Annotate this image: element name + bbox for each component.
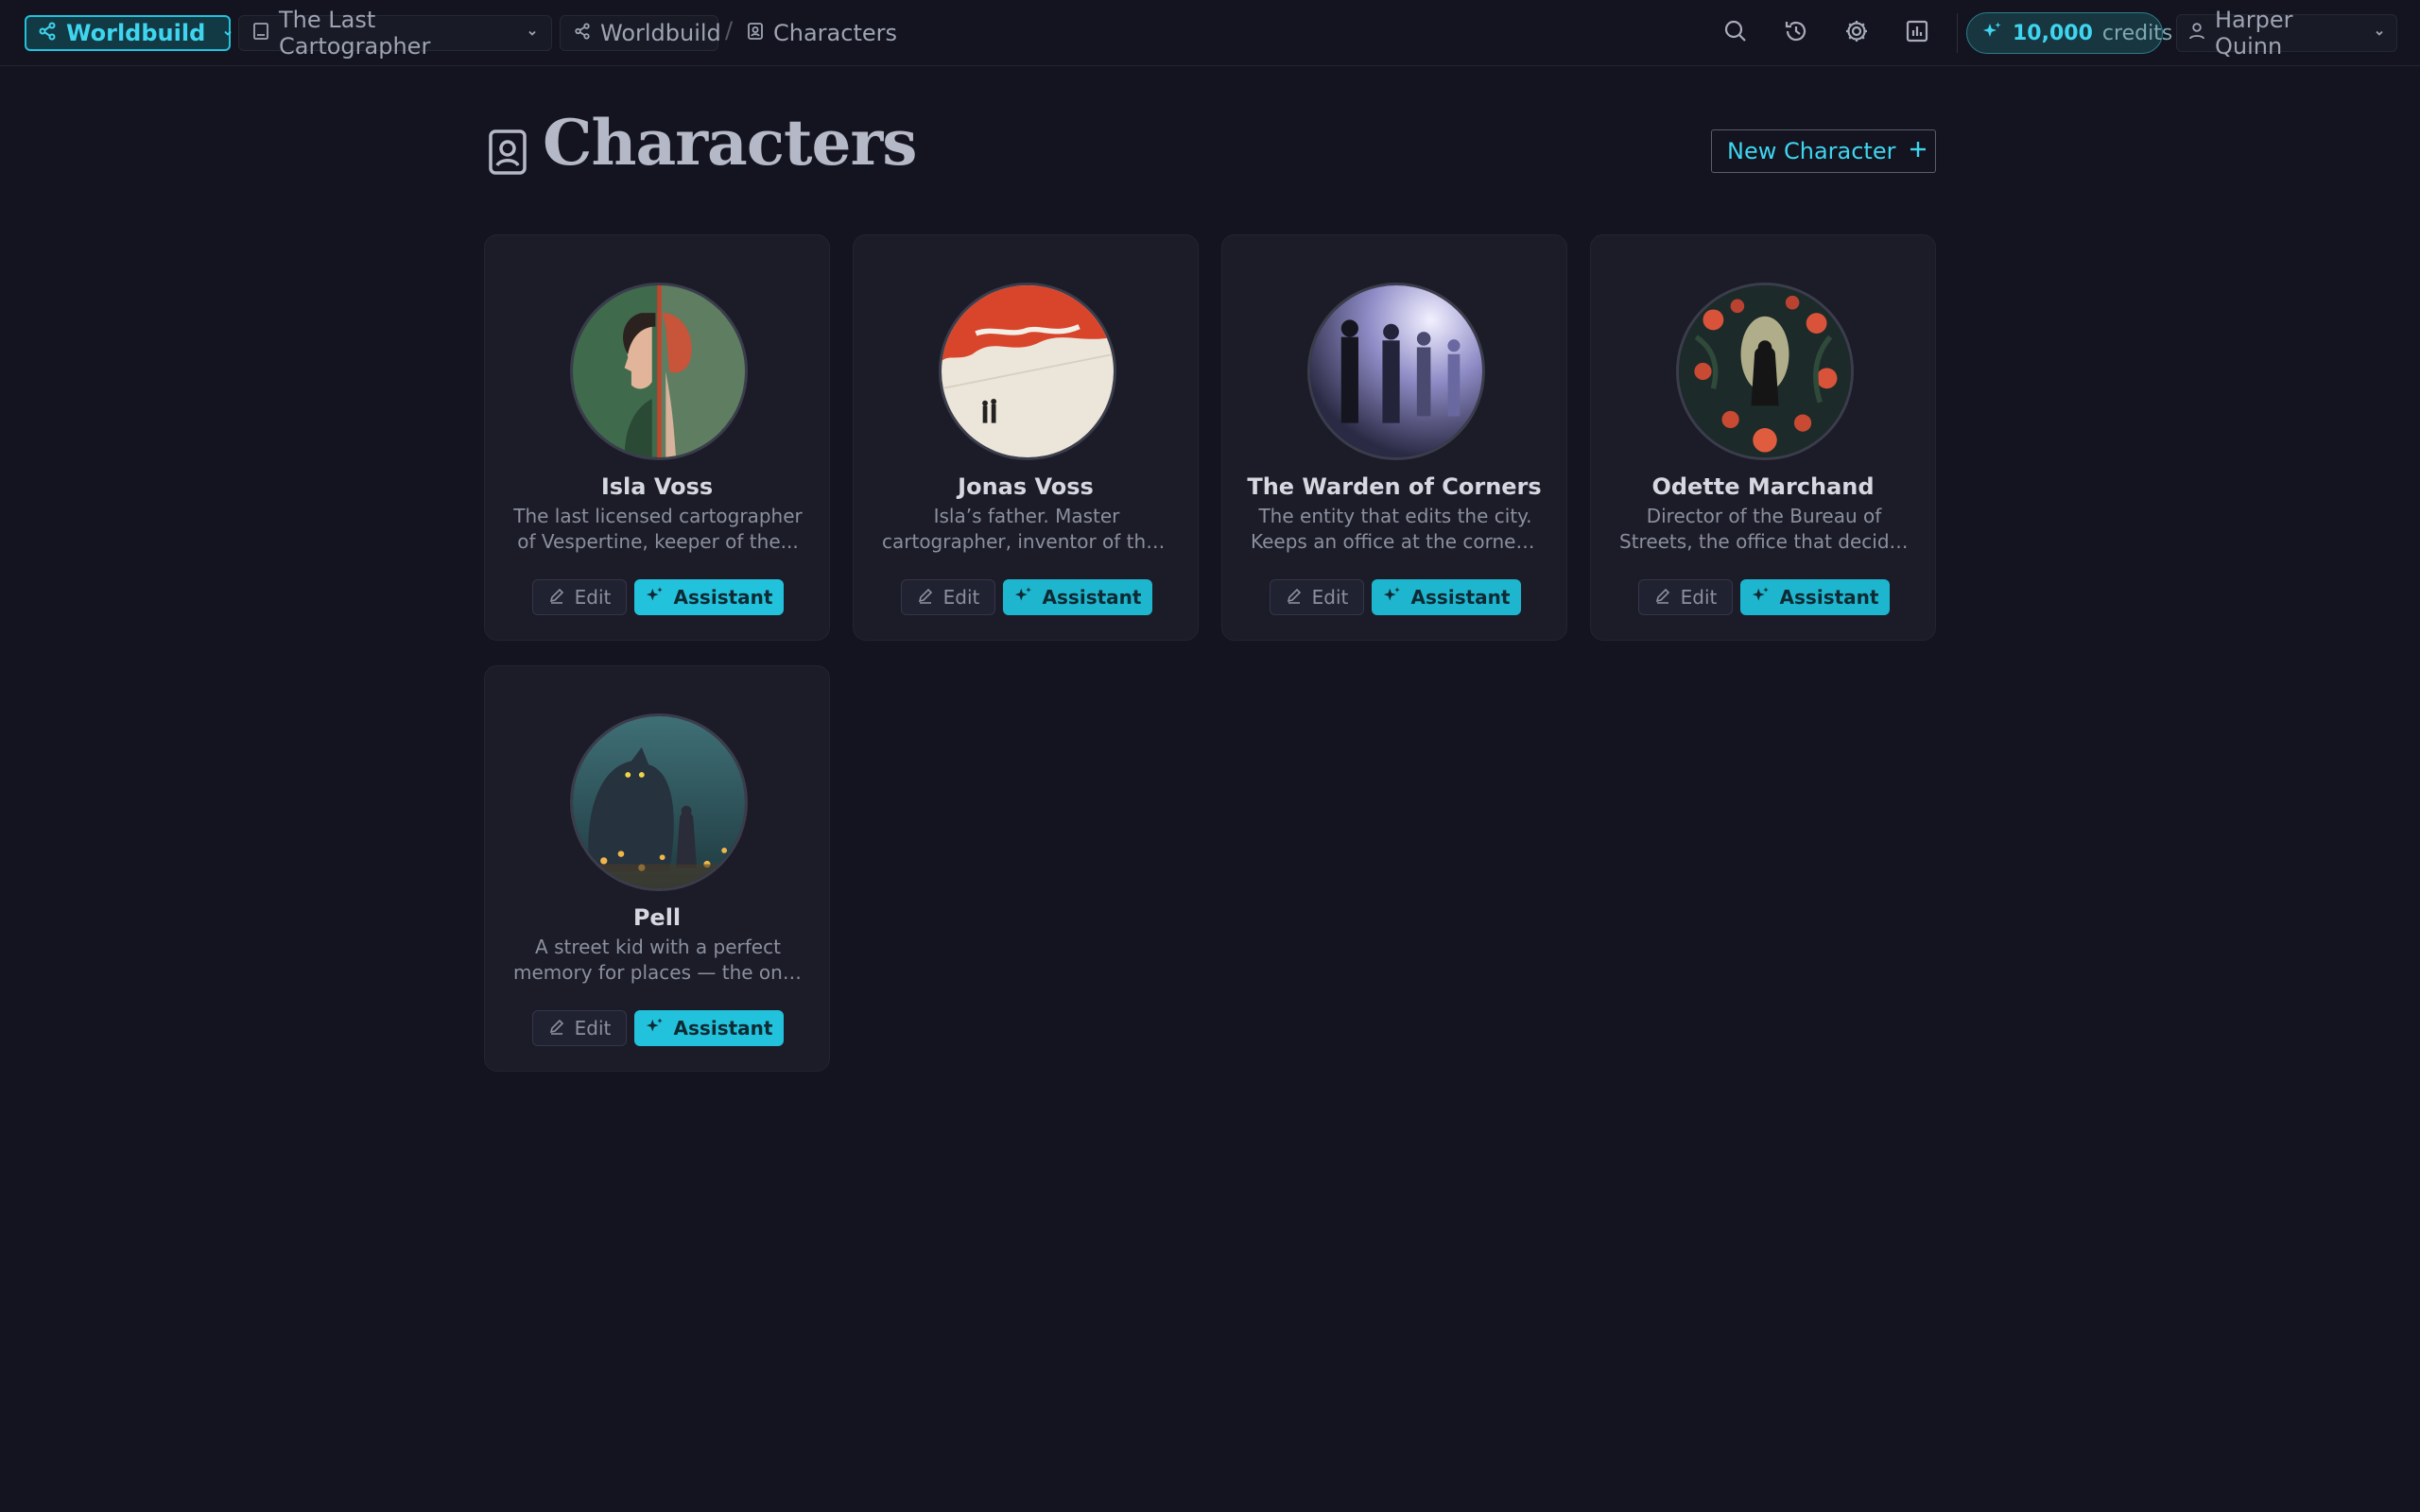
description-line: Director of the Bureau of <box>1646 505 1882 527</box>
sparkles-icon <box>1014 586 1033 610</box>
character-card[interactable]: Odette Marchand Director of the Bureau o… <box>1590 234 1936 641</box>
breadcrumb-project[interactable]: The Last Cartographer <box>238 7 552 60</box>
edit-label: Edit <box>1680 586 1718 609</box>
assistant-label: Assistant <box>673 586 773 609</box>
assistant-button[interactable]: Assistant <box>634 579 784 615</box>
description-line: of Vespertine, keeper of the... <box>517 530 799 553</box>
assistant-label: Assistant <box>1779 586 1879 609</box>
breadcrumb-characters[interactable]: Characters <box>747 15 897 51</box>
pencil-icon <box>917 586 934 609</box>
character-avatar <box>570 713 748 891</box>
sparkles-icon <box>646 586 665 610</box>
assistant-button[interactable]: Assistant <box>1003 579 1152 615</box>
stats-button[interactable] <box>1897 13 1937 53</box>
sparkles-icon <box>1383 586 1402 610</box>
assistant-label: Assistant <box>673 1017 773 1040</box>
sparkles-icon <box>1982 21 2003 45</box>
sparkles-icon <box>1752 586 1771 610</box>
chevron-down-icon <box>527 25 538 43</box>
chevron-down-icon <box>222 25 233 43</box>
edit-label: Edit <box>942 586 980 609</box>
character-description: Director of the Bureau of Streets, the o… <box>1619 504 1909 555</box>
character-card[interactable]: Pell A street kid with a perfect memory … <box>484 665 830 1072</box>
character-name: Pell <box>632 904 682 931</box>
character-avatar <box>570 283 748 460</box>
description-line: cartographer, inventor of the... <box>882 530 1171 553</box>
character-avatar <box>939 283 1116 460</box>
portrait-icon <box>747 22 764 44</box>
character-description: The entity that edits the city. Keeps an… <box>1251 504 1540 555</box>
breadcrumb-worldbuild[interactable]: Worldbuild <box>560 15 721 51</box>
pencil-icon <box>1286 586 1303 609</box>
portrait-icon <box>488 129 527 176</box>
user-icon <box>2188 22 2205 44</box>
description-line: The last licensed cartographer <box>513 505 803 527</box>
edit-button[interactable]: Edit <box>1638 579 1733 615</box>
workspace-switcher[interactable]: Worldbuild <box>25 15 233 51</box>
character-name: The Warden of Corners <box>1247 473 1542 500</box>
edit-label: Edit <box>574 1017 612 1040</box>
description-line: Streets, the office that decide... <box>1619 530 1909 553</box>
description-line: Keeps an office at the corner ... <box>1251 530 1540 553</box>
assistant-button[interactable]: Assistant <box>634 1010 784 1046</box>
character-avatar <box>1307 283 1485 460</box>
assistant-button[interactable]: Assistant <box>1372 579 1521 615</box>
edit-button[interactable]: Edit <box>532 579 627 615</box>
page-title: Characters <box>543 106 917 180</box>
description-line: memory for places — the only... <box>513 961 803 984</box>
edit-label: Edit <box>1311 586 1349 609</box>
breadcrumb-separator: / <box>725 17 734 43</box>
description-line: A street kid with a perfect <box>535 936 781 958</box>
plus-icon <box>1909 138 1927 164</box>
project-label: The Last Cartographer <box>279 7 431 60</box>
character-card[interactable]: Jonas Voss Isla’s father. Master cartogr… <box>853 234 1199 641</box>
character-description: A street kid with a perfect memory for p… <box>513 935 803 986</box>
edit-button[interactable]: Edit <box>532 1010 627 1046</box>
new-character-button[interactable]: New Character <box>1711 129 1936 173</box>
character-description: The last licensed cartographer of Vesper… <box>513 504 803 555</box>
character-avatar <box>1676 283 1854 460</box>
assistant-label: Assistant <box>1410 586 1511 609</box>
search-icon <box>1722 18 1749 48</box>
toolbar-divider <box>1957 13 1958 53</box>
credits-value: 10,000 <box>2013 21 2093 45</box>
user-menu[interactable]: Harper Quinn <box>2176 7 2397 60</box>
characters-label: Characters <box>773 20 897 46</box>
edit-label: Edit <box>574 586 612 609</box>
character-description: Isla’s father. Master cartographer, inve… <box>882 504 1171 555</box>
pencil-icon <box>548 586 565 609</box>
user-name: Harper Quinn <box>2215 7 2293 60</box>
gear-icon <box>1843 18 1870 48</box>
edit-button[interactable]: Edit <box>1270 579 1364 615</box>
new-character-label: New Character <box>1727 138 1896 164</box>
edit-button[interactable]: Edit <box>901 579 995 615</box>
pencil-icon <box>1654 586 1671 609</box>
character-card[interactable]: The Warden of Corners The entity that ed… <box>1221 234 1567 641</box>
character-name: Odette Marchand <box>1651 473 1875 500</box>
settings-button[interactable] <box>1837 13 1876 53</box>
assistant-label: Assistant <box>1042 586 1142 609</box>
character-name: Isla Voss <box>600 473 714 500</box>
worldbuild-label: Worldbuild <box>600 20 721 46</box>
bar-chart-icon <box>1904 18 1930 48</box>
sparkles-icon <box>646 1017 665 1040</box>
character-name: Jonas Voss <box>958 473 1094 500</box>
workspace-label: Worldbuild <box>66 20 206 46</box>
share-nodes-icon <box>38 22 57 44</box>
share-nodes-icon <box>574 23 591 43</box>
credits-badge[interactable]: 10,000 credits <box>1966 12 2172 54</box>
description-line: The entity that edits the city. <box>1258 505 1532 527</box>
history-button[interactable] <box>1776 13 1816 53</box>
book-icon <box>252 22 269 44</box>
credits-unit: credits <box>2101 21 2173 45</box>
top-bar: Worldbuild The Last Cartographer Worldbu… <box>0 0 2420 66</box>
character-card[interactable]: Isla Voss The last licensed cartographer… <box>484 234 830 641</box>
pencil-icon <box>548 1017 565 1040</box>
history-icon <box>1783 18 1809 48</box>
search-button[interactable] <box>1716 13 1755 53</box>
assistant-button[interactable]: Assistant <box>1740 579 1890 615</box>
description-line: Isla’s father. Master <box>933 505 1120 527</box>
chevron-down-icon <box>2374 25 2385 43</box>
